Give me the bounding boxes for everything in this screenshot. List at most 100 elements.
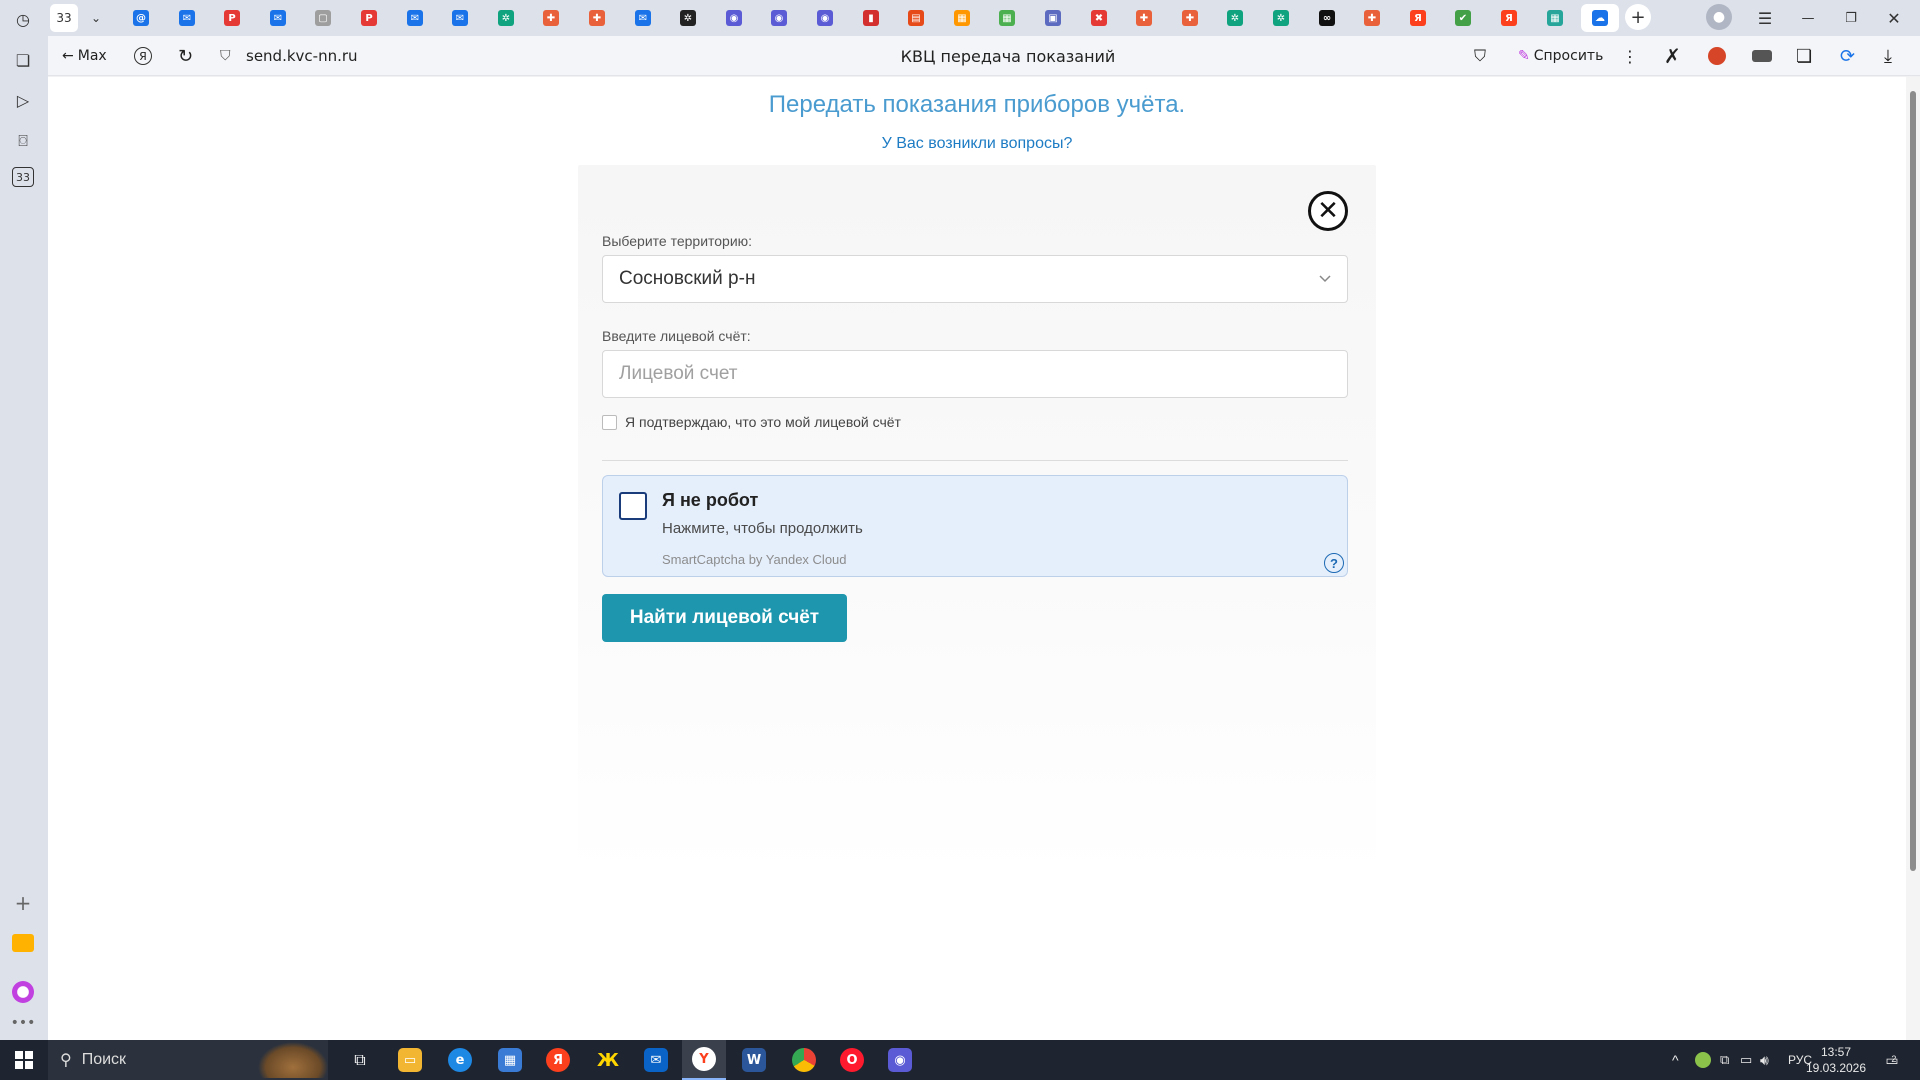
more-options-icon[interactable]: ⋮ — [1622, 36, 1638, 76]
yandex-logo-icon[interactable]: Я — [134, 36, 152, 76]
browser-tab[interactable]: P — [213, 4, 251, 32]
browser-tab[interactable]: Я — [1490, 4, 1528, 32]
browser-tab[interactable]: ✖ — [1080, 4, 1118, 32]
confirm-account-checkbox[interactable] — [602, 414, 617, 430]
collections-icon[interactable]: ❏ — [10, 47, 36, 73]
app-icon[interactable]: Ж — [588, 1040, 628, 1080]
ask-button[interactable]: ✎ Спросить — [1518, 36, 1603, 76]
screenshot-icon[interactable]: ⌼ — [10, 128, 36, 154]
territory-select[interactable]: Сосновский р-н — [602, 255, 1348, 303]
page-scrollbar[interactable] — [1906, 77, 1920, 1040]
restore-icon[interactable]: ❐ — [1838, 4, 1864, 32]
browser-tab[interactable]: ▢ — [304, 4, 342, 32]
browser-tab[interactable]: ✉ — [441, 4, 479, 32]
clock[interactable]: 13:57 19.03.2026 — [1806, 1040, 1866, 1080]
browser-tab[interactable]: ∞ — [1308, 4, 1346, 32]
browser-tab[interactable]: @ — [122, 4, 160, 32]
browser-tab[interactable]: ▤ — [897, 4, 935, 32]
sync-icon[interactable]: ⟳ — [1840, 36, 1855, 76]
browser-tab[interactable]: ▣ — [1034, 4, 1072, 32]
browser-tab[interactable]: ✲ — [669, 4, 707, 32]
close-window-icon[interactable]: ✕ — [1881, 4, 1907, 32]
menu-icon[interactable]: ☰ — [1752, 4, 1778, 32]
account-number-input[interactable] — [602, 350, 1348, 398]
reload-icon[interactable]: ↻ — [178, 36, 193, 76]
history-icon[interactable]: ◷ — [10, 6, 36, 32]
close-icon[interactable]: ✕ — [1308, 191, 1348, 231]
volume-icon[interactable]: 🔊︎ — [1760, 1040, 1769, 1080]
browser-tab[interactable]: ✲ — [1216, 4, 1254, 32]
browser-tab[interactable]: ✚ — [1171, 4, 1209, 32]
extension-icon[interactable] — [1708, 36, 1726, 76]
browser-tab[interactable]: ✉ — [624, 4, 662, 32]
browser-tab[interactable]: ▦ — [1536, 4, 1574, 32]
edge-icon[interactable]: e — [440, 1040, 480, 1080]
browser-tab[interactable]: ✚ — [1125, 4, 1163, 32]
grid-icon: ▦ — [954, 10, 970, 26]
tray-meet-icon[interactable]: ⧉ — [1720, 1040, 1729, 1080]
browser-tab[interactable]: ✉ — [396, 4, 434, 32]
extensions-icon[interactable]: ❏ — [1796, 36, 1812, 76]
new-tab-button[interactable]: + — [1625, 4, 1651, 30]
browser-tab[interactable]: ▦ — [988, 4, 1026, 32]
alice-icon[interactable] — [10, 979, 36, 1005]
browser-tab[interactable]: Я — [1399, 4, 1437, 32]
word-icon[interactable]: W — [734, 1040, 774, 1080]
bookmark-icon[interactable]: ⛉ — [1474, 36, 1486, 76]
tabs-dropdown-icon[interactable]: ⌄ — [82, 4, 110, 32]
windows-start-icon[interactable] — [8, 1040, 40, 1080]
minimize-icon[interactable]: — — [1795, 4, 1821, 32]
clock-time: 13:57 — [1820, 1045, 1852, 1059]
browser-tab[interactable]: ✉ — [168, 4, 206, 32]
extension-icon[interactable]: ✗ — [1664, 36, 1681, 76]
yandex-icon[interactable]: Я — [538, 1040, 578, 1080]
video-play-icon[interactable]: ▷ — [10, 87, 36, 113]
file-explorer-icon[interactable]: ▭ — [390, 1040, 430, 1080]
tray-expand-icon[interactable]: ^ — [1672, 1040, 1679, 1080]
tab-count-button[interactable]: 33 — [50, 4, 78, 32]
questions-link[interactable]: У Вас возникли вопросы? — [48, 135, 1906, 153]
browser-tab[interactable]: ▦ — [943, 4, 981, 32]
browser-tab[interactable]: ✔ — [1444, 4, 1482, 32]
opera-icon[interactable]: O — [832, 1040, 872, 1080]
url-text[interactable]: send.kvc-nn.ru — [246, 36, 358, 76]
back-button[interactable]: ← Max — [62, 36, 107, 76]
network-icon[interactable]: ▭ — [1740, 1040, 1752, 1080]
notifications-icon[interactable]: ▭ 2 — [1878, 1040, 1906, 1080]
captcha-checkbox[interactable] — [619, 492, 647, 520]
store-icon[interactable]: ▦ — [490, 1040, 530, 1080]
find-account-button[interactable]: Найти лицевой счёт — [602, 594, 847, 642]
tray-app-icon[interactable] — [1695, 1040, 1711, 1080]
messenger-icon[interactable]: ◉ — [880, 1040, 920, 1080]
outlook-icon[interactable]: ✉ — [636, 1040, 676, 1080]
browser-tab[interactable]: ◉ — [760, 4, 798, 32]
add-panel-icon[interactable]: + — [10, 890, 36, 916]
yandex-browser-icon[interactable]: Y — [682, 1040, 726, 1080]
browser-tab[interactable]: ✚ — [532, 4, 570, 32]
browser-tab[interactable]: P — [350, 4, 388, 32]
sidebar-badge[interactable]: 33 — [12, 167, 34, 187]
browser-tab[interactable]: ◉ — [715, 4, 753, 32]
taskbar-search[interactable]: ⚲ Поиск — [48, 1040, 328, 1080]
chrome-icon[interactable] — [784, 1040, 824, 1080]
browser-tab[interactable]: ✚ — [1353, 4, 1391, 32]
browser-tab[interactable]: ✲ — [1262, 4, 1300, 32]
browser-tab[interactable]: ✚ — [578, 4, 616, 32]
account-label: Введите лицевой счёт: — [602, 328, 751, 344]
help-icon[interactable]: ? — [1324, 553, 1344, 573]
profile-avatar[interactable]: ● — [1706, 4, 1732, 30]
browser-sidebar: ◷ ❏ ▷ ⌼ 33 + ••• — [0, 0, 48, 1040]
chatgpt-icon: ✲ — [498, 10, 514, 26]
browser-tab[interactable]: ✉ — [259, 4, 297, 32]
browser-tab[interactable]: ✲ — [487, 4, 525, 32]
browser-tab[interactable]: ▮ — [852, 4, 890, 32]
browser-tab[interactable]: ◉ — [806, 4, 844, 32]
download-icon[interactable]: ⤓ — [1884, 36, 1892, 76]
task-view-icon[interactable]: ⧉ — [342, 1040, 378, 1080]
confirm-account-row[interactable]: Я подтверждаю, что это мой лицевой счёт — [602, 414, 901, 430]
more-icon[interactable]: ••• — [10, 1010, 36, 1036]
scrollbar-thumb[interactable] — [1910, 91, 1916, 871]
mail-app-icon[interactable] — [10, 930, 36, 956]
browser-tab[interactable]: ☁ — [1581, 4, 1619, 32]
extension-icon[interactable] — [1752, 36, 1772, 76]
